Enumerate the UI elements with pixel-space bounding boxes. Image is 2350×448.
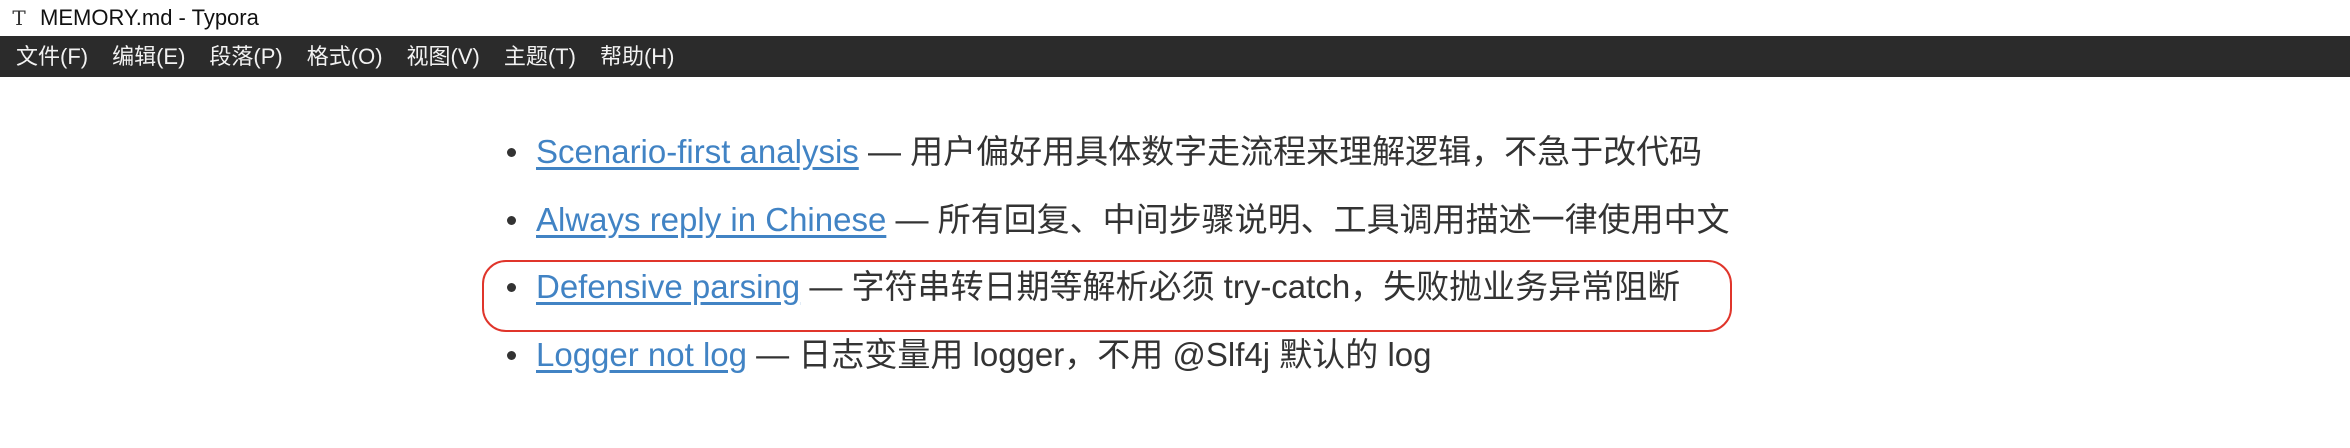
bullet-icon <box>507 215 516 225</box>
menu-help[interactable]: 帮助(H) <box>588 36 687 77</box>
typora-icon: T <box>12 6 26 30</box>
menu-view[interactable]: 视图(V) <box>395 36 492 77</box>
memory-list: Scenario-first analysis — 用户偏好用具体数字走流程来理… <box>500 118 1730 388</box>
title-bar: T MEMORY.md - Typora <box>0 0 2350 36</box>
memory-link[interactable]: Logger not log <box>536 336 747 373</box>
menu-paragraph[interactable]: 段落(P) <box>197 36 294 77</box>
memory-link[interactable]: Defensive parsing <box>536 268 800 305</box>
menu-bar: 文件(F) 编辑(E) 段落(P) 格式(O) 视图(V) 主题(T) 帮助(H… <box>0 36 2350 77</box>
menu-format[interactable]: 格式(O) <box>295 36 395 77</box>
bullet-icon <box>507 283 516 292</box>
list-item: Defensive parsing — 字符串转日期等解析必须 try-catc… <box>500 253 1730 321</box>
memory-link[interactable]: Scenario-first analysis <box>536 133 859 170</box>
memory-description: — 日志变量用 logger，不用 @Slf4j 默认的 log <box>747 335 1432 373</box>
bullet-icon <box>507 350 516 360</box>
window-title: MEMORY.md - Typora <box>40 5 259 30</box>
memory-description: — 用户偏好用具体数字走流程来理解逻辑，不急于改代码 <box>858 133 1703 170</box>
menu-theme[interactable]: 主题(T) <box>492 36 588 77</box>
list-item: Logger not log — 日志变量用 logger，不用 @Slf4j … <box>500 321 1730 389</box>
bullet-icon <box>507 148 516 157</box>
list-item: Scenario-first analysis — 用户偏好用具体数字走流程来理… <box>500 118 1730 186</box>
memory-link[interactable]: Always reply in Chinese <box>536 201 886 238</box>
memory-description: — 所有回复、中间步骤说明、工具调用描述一律使用中文 <box>886 200 1730 238</box>
list-item: Always reply in Chinese — 所有回复、中间步骤说明、工具… <box>500 186 1730 254</box>
menu-edit[interactable]: 编辑(E) <box>100 36 197 77</box>
menu-file[interactable]: 文件(F) <box>4 36 100 77</box>
memory-description: — 字符串转日期等解析必须 try-catch，失败抛业务异常阻断 <box>800 268 1681 305</box>
